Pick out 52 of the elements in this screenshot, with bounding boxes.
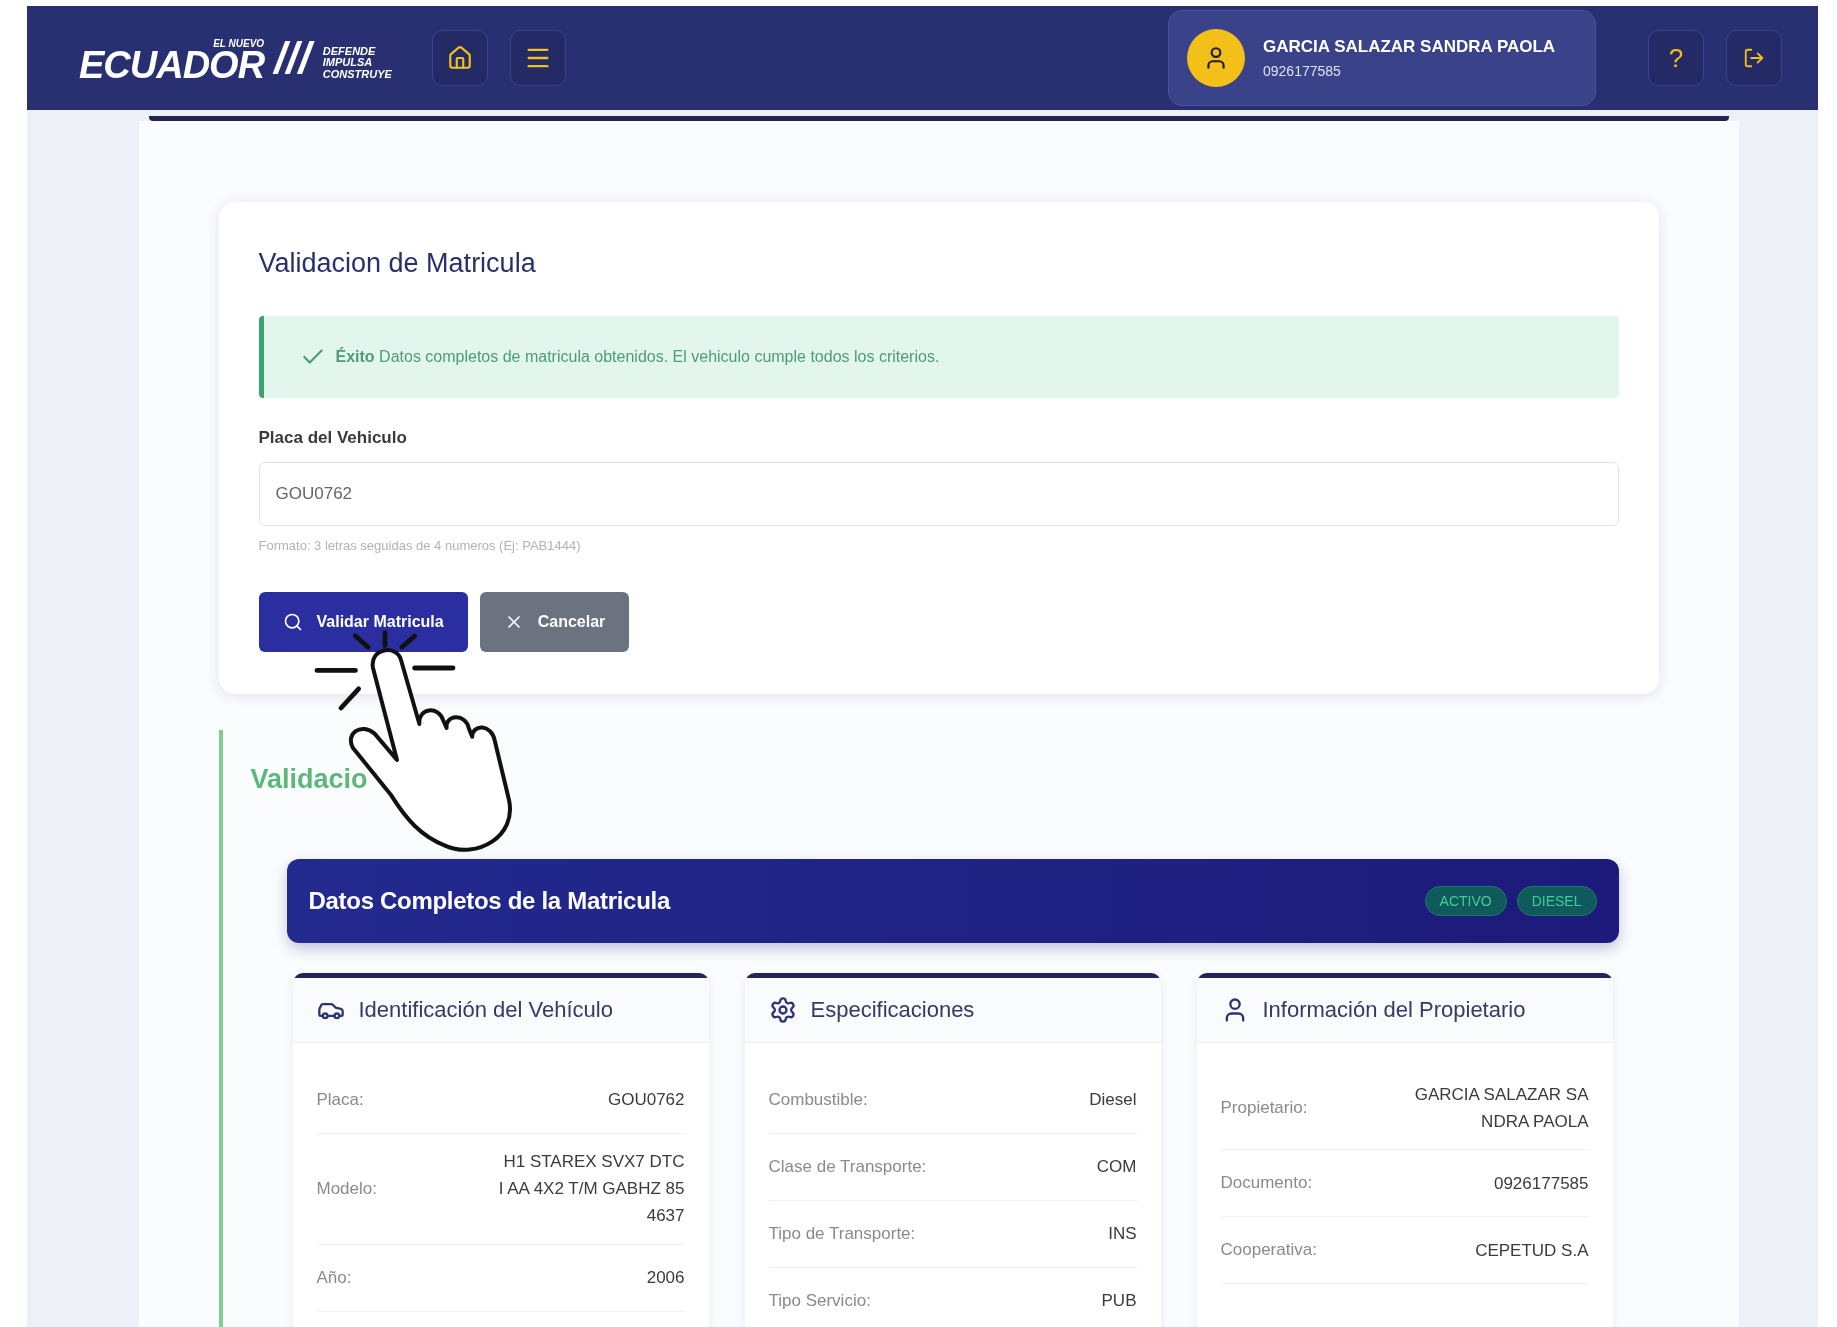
row-value: GOU0762 [607,1089,685,1112]
home-button[interactable] [431,30,488,86]
row-label: Documento: [1220,1173,1313,1194]
field-hint: Formato: 3 letras seguidas de 4 numeros (Ej: PAB1444) [258,538,582,553]
row-value: PUB [1101,1290,1137,1313]
help-button[interactable]: ? [1648,30,1704,86]
validate-button[interactable]: Validar Matricula [258,592,468,652]
row-label: Clase de Transporte: [768,1157,927,1177]
row-label: Año: [316,1267,352,1288]
search-icon [282,612,303,632]
row-value: 0926177585 [1493,1172,1589,1195]
row-value: GARCIA SALAZAR SA NDRA PAOLA [1413,1084,1589,1134]
row-label: Propietario: [1220,1098,1308,1119]
logout-icon [1743,47,1765,69]
logo-tagline: IMPULSA [322,57,374,69]
menu-button[interactable] [509,30,566,86]
row-label: Tipo Servicio: [768,1291,871,1311]
row-value: COM [1096,1156,1137,1179]
row-value: H1 STAREX SVX7 DTC I AA 4X2 T/M GABHZ 85 4637 [497,1151,685,1228]
row-value: 2006 [646,1266,685,1289]
avatar-icon [1187,29,1245,87]
card-title: Especificaciones [810,997,975,1023]
logo-tagline: CONSTRUYE [322,68,392,81]
user-name: GARCIA SALAZAR SANDRA PAOLA [1263,37,1556,57]
alert-message: Éxito Datos completos de matricula obtenidos. El vehiculo cumple todos los criterios. [335,348,940,366]
row-value: Diesel [1089,1089,1137,1112]
card-title: Identificación del Vehículo [358,997,613,1023]
logo-slashes: /// [270,33,317,83]
row-label: Modelo: [316,1178,377,1199]
status-badge: ACTIVO [1424,886,1507,916]
logo-text: ECUADOR [79,48,265,83]
row-label: Placa: [316,1090,364,1110]
row-label: Tipo de Transporte: [768,1224,916,1244]
row-value: CEPETUD S.A [1475,1239,1589,1262]
row-value: INS [1108,1223,1137,1246]
field-label: Placa del Vehiculo [258,428,408,448]
logo-text: EL NUEVO [213,39,265,48]
home-icon [446,45,473,71]
section-heading: Validacio [250,764,369,795]
status-badge: DIESEL [1516,886,1597,916]
banner-title: Datos Completos de la Matricula [308,887,672,915]
plate-input[interactable]: GOU0762 [258,462,1619,526]
cancel-button[interactable]: Cancelar [479,592,630,652]
card-title: Información del Propietario [1262,997,1526,1023]
user-id: 0926177585 [1263,63,1342,79]
gear-icon [768,996,797,1024]
form-title: Validacion de Matricula [258,248,537,279]
row-label: Combustible: [768,1090,868,1110]
logo-tagline: DEFENDE [322,45,377,58]
row-label: Cooperativa: [1220,1240,1317,1261]
logout-button[interactable] [1726,30,1782,86]
user-card[interactable]: GARCIA SALAZAR SANDRA PAOLA 0926177585 [1168,10,1596,106]
